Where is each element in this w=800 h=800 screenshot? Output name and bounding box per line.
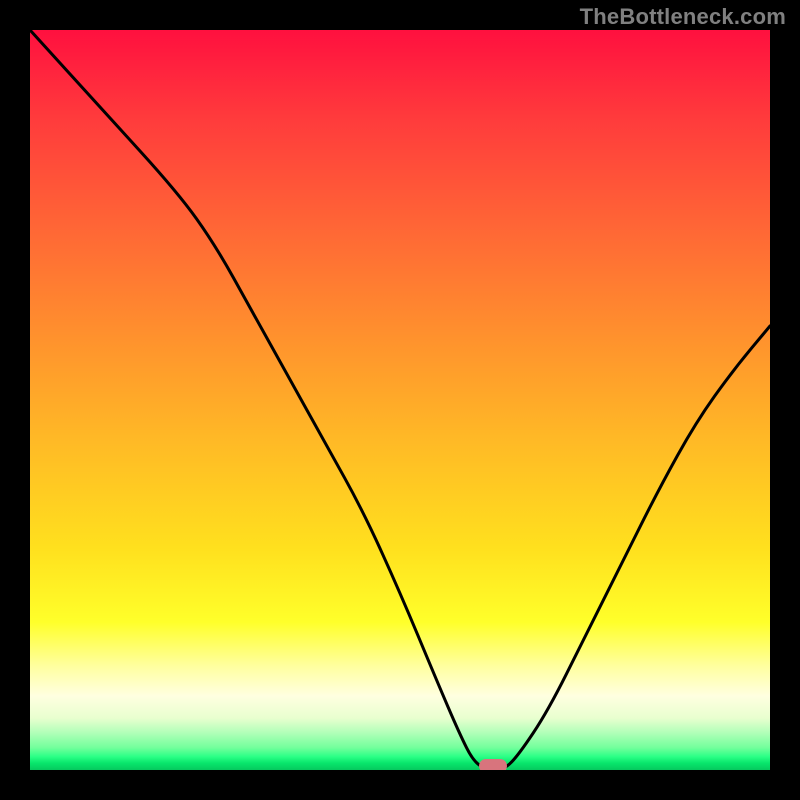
bottleneck-curve: [30, 30, 770, 770]
watermark-text: TheBottleneck.com: [580, 4, 786, 30]
optimal-marker: [479, 759, 507, 770]
chart-frame: TheBottleneck.com: [0, 0, 800, 800]
plot-area: [30, 30, 770, 770]
